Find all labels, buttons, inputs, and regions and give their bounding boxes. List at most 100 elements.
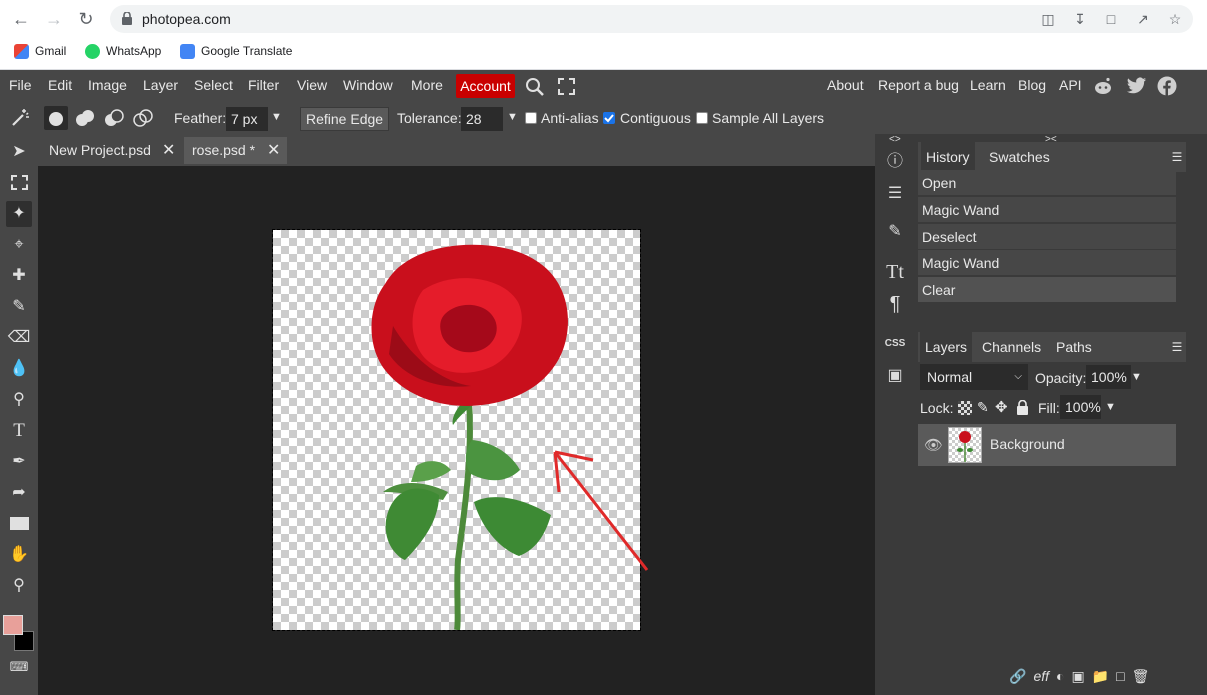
new-layer-icon[interactable]: □ [1116,668,1124,685]
fullscreen-icon[interactable] [558,78,575,95]
history-item[interactable]: Deselect [918,224,1176,250]
close-icon[interactable]: ✕ [162,137,175,164]
page-icon[interactable]: □ [1103,11,1119,27]
hand-tool-icon[interactable]: ✋ [6,542,32,568]
path-select-tool-icon[interactable]: ➦ [6,480,32,506]
adjustments-icon[interactable]: ☰ [881,180,909,208]
add-selection-icon[interactable] [72,106,98,130]
screenshot-icon[interactable]: ◫ [1040,11,1056,27]
adjustment-layer-icon[interactable]: ◐ [1056,668,1064,685]
link-layers-icon[interactable]: 🔗 [1009,668,1026,685]
blend-mode-select[interactable]: Normal ⌵ [920,364,1028,390]
opacity-input[interactable]: 100% [1086,365,1131,389]
bookmark-google-translate[interactable]: Google Translate [180,43,292,59]
magic-wand-tool-icon[interactable]: ✦ [6,201,32,227]
tab-swatches[interactable]: Swatches [984,142,1055,172]
link-api[interactable]: API [1059,77,1082,93]
history-item[interactable]: Magic Wand [918,197,1176,223]
feather-input[interactable]: 7 px [226,107,268,131]
image-icon[interactable]: ▣ [881,362,909,390]
layer-effects-icon[interactable]: eff [1033,668,1049,685]
shape-tool-icon[interactable] [6,511,32,537]
antialias-checkbox[interactable] [525,112,537,124]
close-icon[interactable]: ✕ [267,137,280,164]
menu-filter[interactable]: Filter [248,77,279,93]
brush-settings-icon[interactable]: ✎ [881,218,909,246]
link-blog[interactable]: Blog [1018,77,1046,93]
menu-edit[interactable]: Edit [48,77,72,93]
delete-layer-trash-icon[interactable]: 🗑 [1132,668,1150,685]
menu-image[interactable]: Image [88,77,127,93]
history-item[interactable]: Clear [918,277,1176,303]
tab-rose[interactable]: rose.psd * ✕ [184,137,287,164]
menu-more[interactable]: More [411,77,443,93]
healing-brush-tool-icon[interactable]: ✚ [6,263,32,289]
reload-icon[interactable]: ↻ [75,8,97,30]
lock-pixels-icon[interactable]: ✎ [977,399,989,416]
search-icon[interactable] [525,77,545,97]
install-app-icon[interactable]: ↧ [1072,11,1088,27]
refine-edge-button[interactable]: Refine Edge [300,107,390,131]
tab-layers[interactable]: Layers [920,332,973,362]
lock-all-icon[interactable] [1016,400,1029,415]
menu-select[interactable]: Select [194,77,233,93]
tolerance-input[interactable]: 28 [461,107,503,131]
address-bar[interactable]: photopea.com ◫ ↧ □ ↗ ☆ [110,5,1193,33]
bookmark-gmail[interactable]: Gmail [14,43,66,59]
paragraph-icon[interactable]: ¶ [881,290,909,318]
tab-channels[interactable]: Channels [977,332,1046,362]
menu-view[interactable]: View [297,77,327,93]
link-report-bug[interactable]: Report a bug [878,77,959,93]
share-icon[interactable]: ↗ [1135,11,1151,27]
eraser-tool-icon[interactable]: ⌫ [6,325,32,351]
layer-mask-icon[interactable]: ▣ [1071,668,1084,685]
subtract-selection-icon[interactable] [101,106,127,130]
css-icon[interactable]: CSS [881,330,909,358]
crop-tool-icon[interactable]: ⌖ [6,232,32,258]
collapse-arrows-icon[interactable]: <> [889,134,901,145]
account-button[interactable]: Account [456,74,515,98]
panel-menu-icon[interactable]: ☰ [1168,337,1186,357]
lock-transparency-icon[interactable] [958,401,972,415]
menu-file[interactable]: File [9,77,32,93]
selection-mode-new[interactable] [44,106,68,130]
new-group-folder-icon[interactable]: 📁 [1092,668,1109,685]
link-learn[interactable]: Learn [970,77,1006,93]
lock-position-icon[interactable]: ✥ [995,398,1008,416]
star-icon[interactable]: ☆ [1167,11,1183,27]
menu-window[interactable]: Window [343,77,393,93]
layer-row[interactable]: 👁 Background [918,424,1176,466]
facebook-icon[interactable] [1157,76,1177,96]
tab-new-project[interactable]: New Project.psd ✕ [41,137,180,164]
info-icon[interactable]: ⓘ [881,148,909,176]
visibility-eye-icon[interactable]: 👁 [924,436,943,454]
link-about[interactable]: About [827,77,864,93]
character-icon[interactable]: Tt [881,258,909,286]
back-arrow-icon[interactable]: ← [10,8,32,30]
dodge-tool-icon[interactable]: ⚲ [6,387,32,413]
keyboard-icon[interactable]: ⌨ [6,654,32,680]
fill-dropdown-arrow-icon[interactable]: ▼ [1105,401,1116,413]
fill-input[interactable]: 100% [1060,395,1101,419]
opacity-dropdown-arrow-icon[interactable]: ▼ [1131,371,1142,383]
type-tool-icon[interactable]: T [6,418,32,444]
forward-arrow-icon[interactable]: → [43,8,65,30]
bookmark-whatsapp[interactable]: WhatsApp [85,43,161,59]
pen-tool-icon[interactable]: ✒ [6,449,32,475]
panel-menu-icon[interactable]: ☰ [1168,147,1186,167]
intersect-selection-icon[interactable] [130,106,156,130]
twitter-icon[interactable] [1126,77,1147,95]
tab-history[interactable]: History [921,142,975,172]
history-item[interactable]: Magic Wand [918,250,1176,276]
brush-tool-icon[interactable]: ✎ [6,294,32,320]
tolerance-dropdown-arrow-icon[interactable]: ▼ [507,111,518,123]
foreground-color-swatch[interactable] [3,615,23,635]
zoom-tool-icon[interactable]: ⚲ [6,573,32,599]
marquee-tool-icon[interactable] [6,170,32,196]
contiguous-checkbox[interactable] [603,112,615,124]
feather-dropdown-arrow-icon[interactable]: ▼ [271,111,282,123]
reddit-icon[interactable] [1093,76,1113,96]
tab-paths[interactable]: Paths [1051,332,1097,362]
blur-tool-icon[interactable]: 💧 [6,356,32,382]
history-item[interactable]: Open [918,170,1176,196]
